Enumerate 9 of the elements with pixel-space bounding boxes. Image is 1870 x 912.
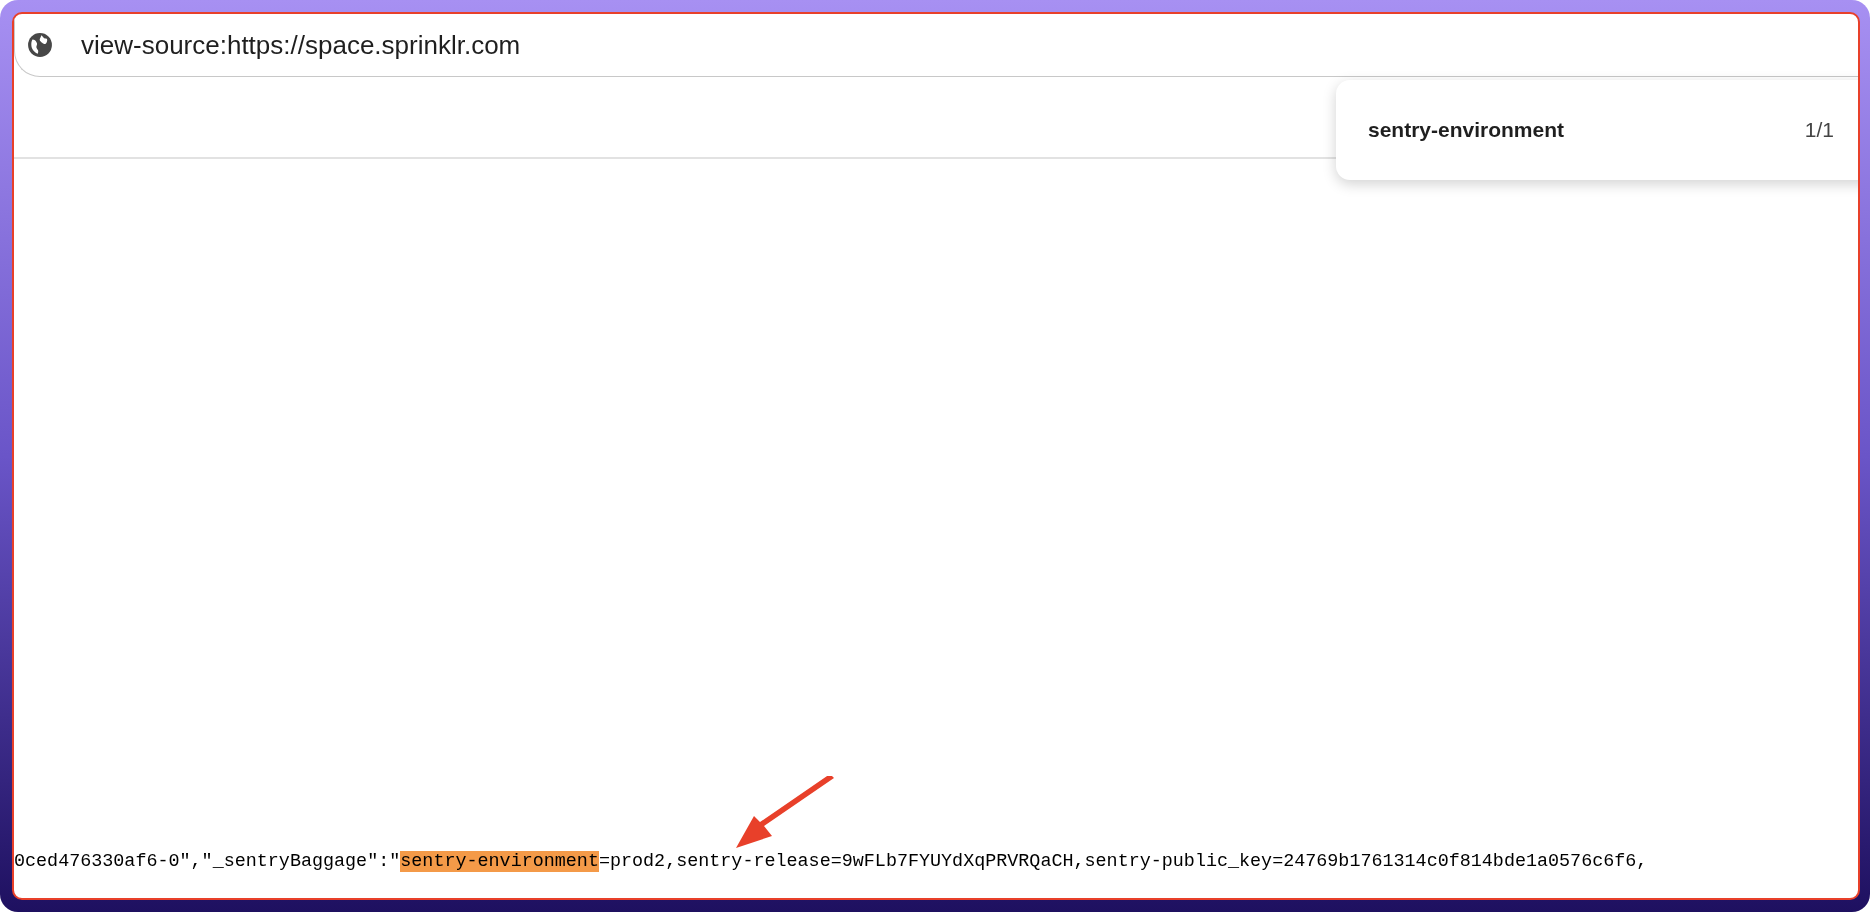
- arrow-icon: [736, 776, 836, 850]
- find-query[interactable]: sentry-environment: [1368, 118, 1805, 142]
- source-code-text: =prod2,sentry-release=9wFLb7FYUYdXqPRVRQaCH,sentry-public_key=24769b1761314c0f814bde1a0576c6f6,: [598, 851, 1648, 872]
- address-url: view-source:https://space.sprinklr.com: [81, 29, 521, 61]
- address-bar[interactable]: view-source:https://space.sprinklr.com: [14, 14, 1858, 77]
- search-match-highlight: sentry-environment: [400, 851, 599, 872]
- match-count: 1/1: [1804, 118, 1834, 142]
- source-code-text: 0ced476330af6-0","_sentryBaggage":": [14, 851, 401, 872]
- globe-icon: [27, 32, 53, 58]
